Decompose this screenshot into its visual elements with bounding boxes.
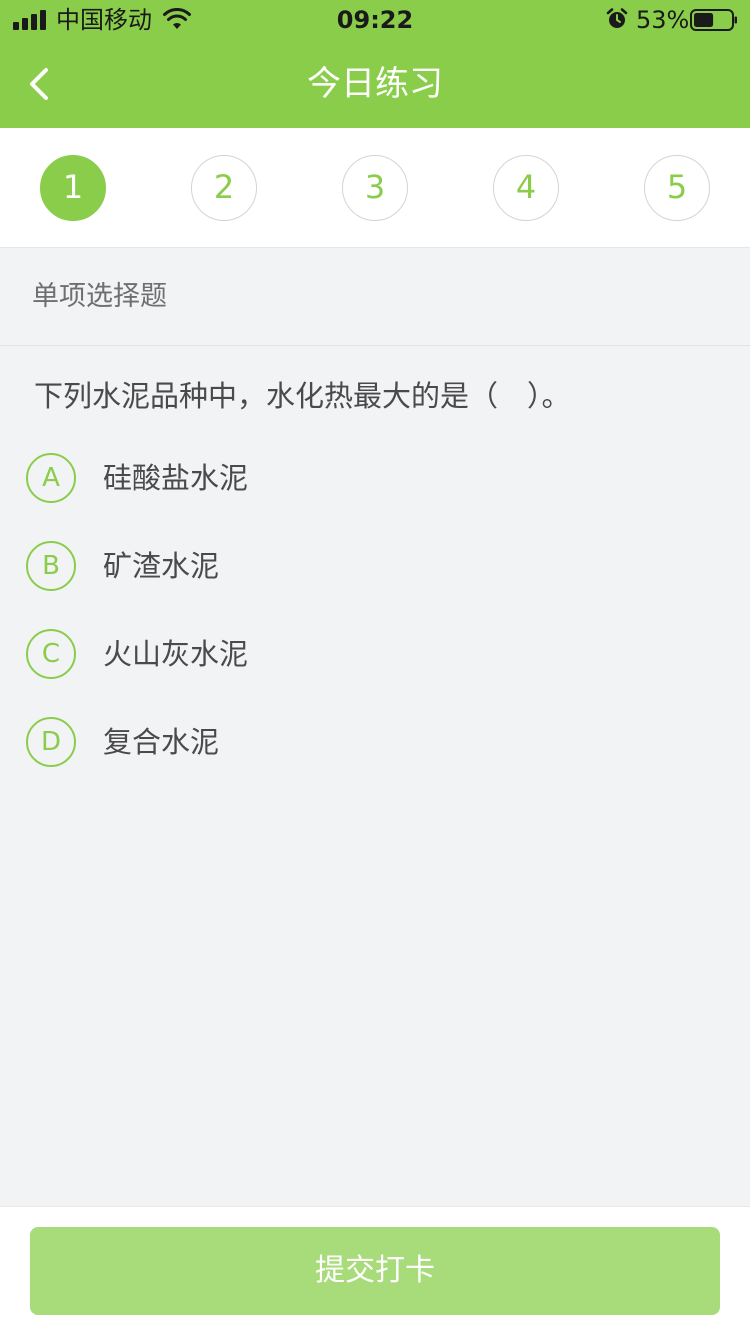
question-type-label: 单项选择题 [32,281,167,312]
option-letter: C [26,629,76,679]
battery-percent: 53% [636,6,690,34]
page-title: 今日练习 [307,64,443,104]
option-letter: A [26,453,76,503]
header: 中国移动 09:22 53% 今日练习 [0,0,750,128]
status-bar: 中国移动 09:22 53% [0,0,750,40]
submit-button[interactable]: 提交打卡 [30,1227,720,1315]
app-screen: 中国移动 09:22 53% 今日练习 1 2 3 4 5 单项选择题 下列水泥… [0,0,750,1334]
nav-bar: 今日练习 [0,40,750,128]
step-5[interactable]: 5 [644,155,710,221]
step-2[interactable]: 2 [191,155,257,221]
option-text: 矿渣水泥 [103,549,220,583]
option-text: 火山灰水泥 [103,637,249,671]
question-text: 下列水泥品种中，水化热最大的是（ ）。 [34,379,571,413]
question-steps: 1 2 3 4 5 [0,128,750,248]
option-text: 复合水泥 [103,725,220,759]
option-b[interactable]: B 矿渣水泥 [26,537,716,597]
step-4[interactable]: 4 [493,155,559,221]
option-letter: D [26,717,76,767]
bottom-bar: 提交打卡 [0,1206,750,1334]
option-c[interactable]: C 火山灰水泥 [26,625,716,685]
step-1[interactable]: 1 [40,155,106,221]
option-a[interactable]: A 硅酸盐水泥 [26,449,716,509]
battery-icon [690,9,737,31]
alarm-icon [606,8,628,28]
option-text: 硅酸盐水泥 [103,461,249,495]
option-letter: B [26,541,76,591]
option-d[interactable]: D 复合水泥 [26,713,716,773]
section-header: 单项选择题 [0,248,750,346]
step-3[interactable]: 3 [342,155,408,221]
